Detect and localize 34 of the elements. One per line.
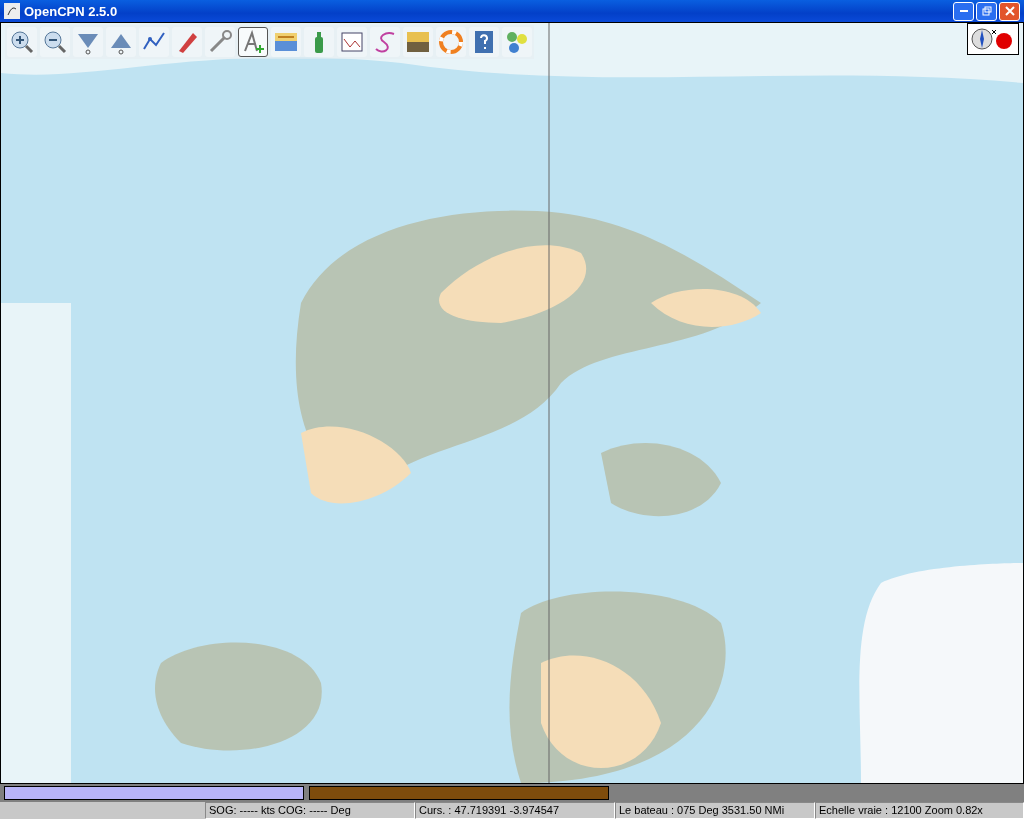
color-scheme-icon (405, 29, 431, 55)
minimize-button[interactable] (953, 1, 974, 21)
toolbar-button[interactable] (7, 27, 37, 57)
graph-icon (339, 29, 365, 55)
toolbar-button[interactable] (469, 27, 499, 57)
window-title: OpenCPN 2.5.0 (24, 3, 119, 19)
toolbar-button[interactable] (337, 27, 367, 57)
toolbar-button[interactable] (271, 27, 301, 57)
wrench-icon (207, 29, 233, 55)
toolbar-button[interactable] (205, 27, 235, 57)
toolbar-button[interactable] (502, 27, 532, 57)
minimize-icon (959, 10, 968, 12)
zoom-in-icon (9, 29, 35, 55)
toolbar-button[interactable] (40, 27, 70, 57)
app-icon (4, 3, 20, 19)
status-field: SOG: ----- kts COG: ----- Deg (205, 802, 415, 819)
toolbar-button[interactable] (238, 27, 268, 57)
zoom-out-icon (42, 29, 68, 55)
close-button[interactable] (999, 1, 1020, 21)
status-field: Le bateau : 075 Deg 3531.50 NMi (615, 802, 815, 819)
maximize-icon (981, 6, 992, 16)
status-field: Echelle vraie : 12100 Zoom 0.82x (815, 802, 1024, 819)
maximize-button[interactable] (976, 1, 997, 21)
toolbar-button[interactable] (370, 27, 400, 57)
chart-key[interactable] (4, 786, 304, 800)
close-icon (1004, 6, 1015, 16)
lifebuoy-icon (438, 29, 464, 55)
settings-icon (504, 29, 530, 55)
toolbar-button[interactable] (106, 27, 136, 57)
toolbar-button[interactable] (73, 27, 103, 57)
toolbar-button[interactable] (304, 27, 334, 57)
toolbar-button[interactable] (139, 27, 169, 57)
toolbar-button[interactable] (403, 27, 433, 57)
status-field: Curs. : 47.719391 -3.974547 (415, 802, 615, 819)
